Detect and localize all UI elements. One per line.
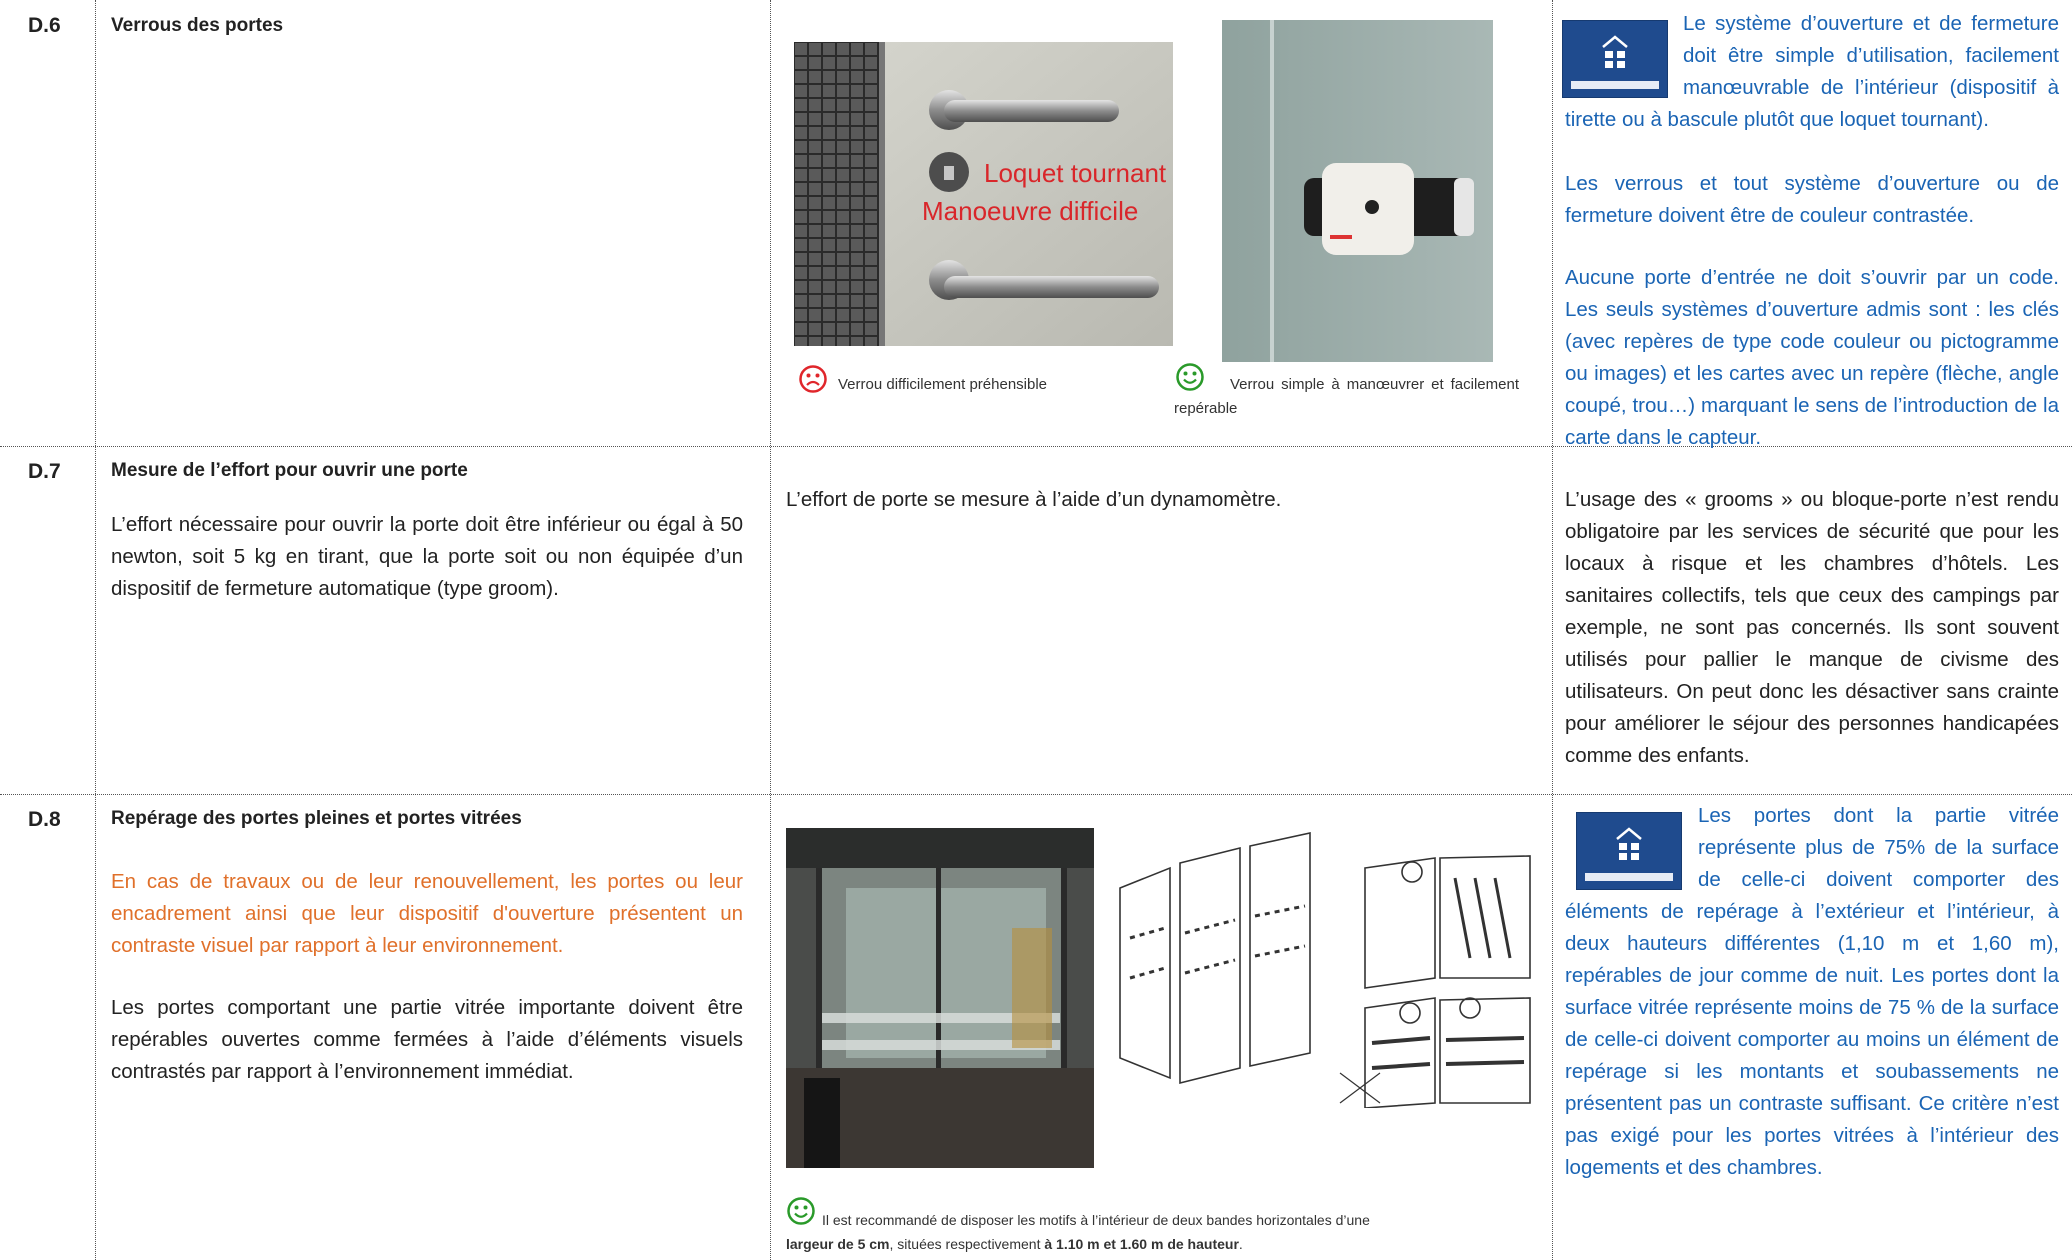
column-divider	[770, 0, 771, 1260]
row-body: Les portes comportant une partie vitrée …	[111, 996, 743, 1083]
note-d6-colour: Les verrous et tout système d’ouverture …	[1565, 172, 2059, 227]
note-d8: Les portes dont la partie vitrée représe…	[1565, 800, 2059, 1184]
caption-text: , situées respectivement	[889, 1236, 1045, 1252]
row-title: Mesure de l’effort pour ouvrir une porte	[111, 460, 468, 481]
glass-door-sketch	[1110, 828, 1542, 1108]
row-code: D.6	[28, 14, 61, 37]
caption-d8-line2: largeur de 5 cm, situées respectivement …	[786, 1232, 1243, 1256]
caption-emph: largeur de 5 cm	[786, 1236, 890, 1252]
sad-face-icon	[798, 364, 828, 399]
glass-doors-photo-svg	[786, 828, 1094, 1168]
row-divider	[0, 794, 2072, 795]
photo-label: Loquet tournant	[984, 158, 1167, 188]
note-d7: L’usage des « grooms » ou bloque-porte n…	[1565, 488, 2059, 767]
push-lock-photo	[1222, 20, 1493, 362]
caption-good: Verrou simple à manœuvrer et facilement …	[1174, 376, 1519, 417]
column-divider	[95, 0, 96, 1260]
caption-d8: Il est recommandé de disposer les motifs…	[822, 1208, 1370, 1232]
row-body: L’effort nécessaire pour ouvrir la porte…	[111, 513, 743, 600]
row-body-orange: En cas de travaux ou de leur renouvellem…	[111, 870, 743, 957]
happy-face-icon	[786, 1196, 816, 1231]
note-d6-intro: Le système d’ouverture et de fermeture d…	[1565, 8, 2059, 136]
door-handle-photo-svg: Loquet tournant Manoeuvre difficile	[794, 42, 1173, 346]
caption-d8-line1: Il est recommandé de disposer les motifs…	[822, 1212, 1370, 1228]
row-middle: L’effort de porte se mesure à l’aide d’u…	[786, 488, 1282, 511]
caption-bad: Verrou difficilement préhensible	[838, 376, 1048, 393]
caption-emph: à 1.10 m et 1.60 m de hauteur	[1044, 1236, 1239, 1252]
photo-label: Manoeuvre difficile	[922, 196, 1138, 226]
glass-doors-photo	[786, 828, 1094, 1168]
column-divider	[1552, 0, 1553, 1260]
glass-door-sketch-svg	[1119, 832, 1531, 1108]
row-code: D.7	[28, 460, 61, 483]
row-title: Verrous des portes	[111, 15, 284, 36]
row-code: D.8	[28, 808, 61, 831]
door-handle-photo: Loquet tournant Manoeuvre difficile	[794, 42, 1173, 346]
note-d6-code: Aucune porte d’entrée ne doit s’ouvrir p…	[1565, 266, 2059, 449]
caption-text: .	[1238, 1236, 1243, 1252]
push-lock-photo-svg	[1222, 20, 1493, 362]
row-title: Repérage des portes pleines et portes vi…	[111, 808, 522, 829]
